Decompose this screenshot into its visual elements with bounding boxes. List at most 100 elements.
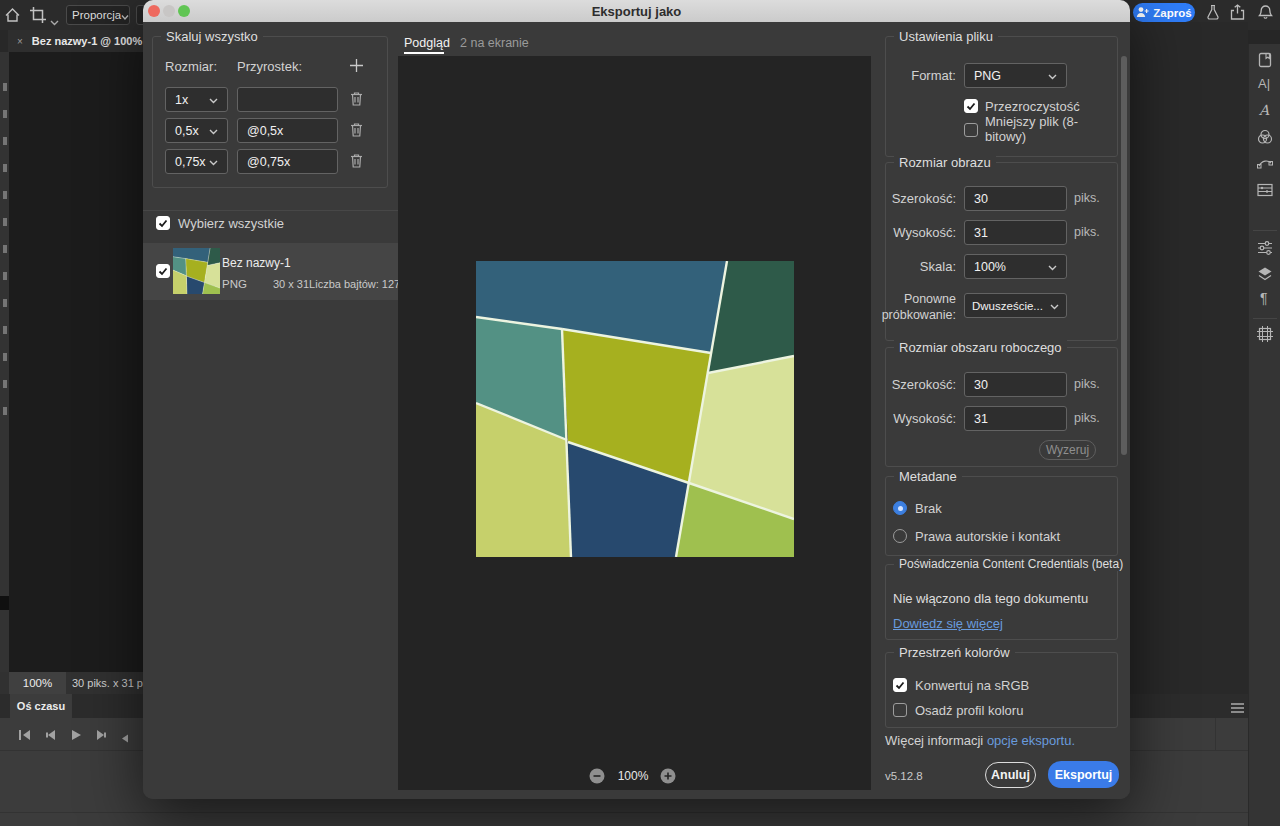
libraries-icon[interactable] xyxy=(1257,52,1273,72)
image-height-unit: piks. xyxy=(1074,225,1100,239)
delete-scale-icon-3[interactable] xyxy=(350,153,363,173)
invite-button[interactable]: Zaproś xyxy=(1133,3,1195,22)
preview-image[interactable] xyxy=(476,261,794,557)
share-icon[interactable] xyxy=(1230,4,1245,24)
scale-size-select-2[interactable]: 0,5x xyxy=(165,118,228,143)
artboard-panel-icon[interactable] xyxy=(1257,326,1273,346)
timeline-menu-icon[interactable] xyxy=(1230,700,1245,718)
transparency-checkbox[interactable] xyxy=(964,99,978,113)
status-zoom[interactable]: 100% xyxy=(9,672,66,694)
character-panel-icon[interactable]: A| xyxy=(1257,75,1273,95)
export-options-link[interactable]: opcje eksportu. xyxy=(987,733,1075,748)
svg-text:A: A xyxy=(1258,102,1270,118)
left-panel-divider xyxy=(143,210,398,211)
select-all-label: Wybierz wszystkie xyxy=(178,216,284,231)
file-settings-section: Ustawienia pliku Format: PNG Przezroczys… xyxy=(885,36,1118,157)
preset-dropdown[interactable]: Proporcja xyxy=(66,5,130,25)
beta-flask-icon[interactable] xyxy=(1206,4,1220,24)
glyphs-panel-icon[interactable]: A xyxy=(1257,102,1273,122)
metadata-section: Metadane Brak Prawa autorskie i kontakt xyxy=(885,476,1118,556)
paragraph-panel-icon[interactable]: ¶ xyxy=(1258,290,1274,310)
export-button[interactable]: Eksportuj xyxy=(1048,761,1119,788)
image-height-label: Wysokość: xyxy=(886,225,956,240)
crop-tool-chevron-icon[interactable] xyxy=(50,12,59,30)
resample-select[interactable]: Dwuszeście... xyxy=(964,293,1067,318)
convert-srgb-checkbox[interactable] xyxy=(893,678,907,692)
dialog-scrollbar[interactable] xyxy=(1121,56,1127,455)
dialog-titlebar[interactable]: Eksportuj jako xyxy=(143,0,1130,22)
canvas-height-label: Wysokość: xyxy=(886,411,956,426)
chevron-down-icon xyxy=(209,155,218,169)
canvas-size-legend: Rozmiar obszaru roboczego xyxy=(894,340,1067,355)
reset-button[interactable]: Wyzeruj xyxy=(1039,440,1096,460)
metadata-none-radio[interactable] xyxy=(893,501,907,515)
credentials-learn-more-link[interactable]: Dowiedz się więcej xyxy=(893,616,1003,631)
cancel-button[interactable]: Anuluj xyxy=(985,762,1036,788)
bell-icon[interactable] xyxy=(1258,4,1273,24)
asset-checkbox[interactable] xyxy=(156,264,170,278)
asset-row[interactable]: Bez nazwy-1 PNG 30 x 31Liczba bajtów: 12… xyxy=(143,243,398,300)
chevron-down-icon xyxy=(1050,300,1059,312)
canvas-width-input[interactable]: 30 xyxy=(964,372,1067,397)
layers-panel-icon[interactable] xyxy=(1257,266,1273,286)
timeline-prev-frame-icon[interactable] xyxy=(44,727,58,745)
document-tab[interactable]: × Bez nazwy-1 @ 100% (R xyxy=(8,30,143,52)
scale-suffix-input-2[interactable]: @0,5x xyxy=(237,118,338,143)
timeline-next-frame-icon[interactable] xyxy=(94,727,108,745)
image-height-input[interactable]: 31 xyxy=(964,220,1067,245)
zoom-out-icon[interactable] xyxy=(589,768,605,788)
scale-suffix-input-1[interactable] xyxy=(237,87,338,112)
scale-label: Skala: xyxy=(886,259,956,274)
status-bar: 100% 30 piks. x 31 piks xyxy=(0,672,143,694)
timeline-first-frame-icon[interactable] xyxy=(18,727,32,745)
metadata-copyright-radio[interactable] xyxy=(893,529,907,543)
suffix-column-label: Przyrostek: xyxy=(237,59,302,74)
delete-scale-icon-2[interactable] xyxy=(350,122,363,142)
format-label: Format: xyxy=(886,68,956,83)
chevron-down-icon xyxy=(1048,260,1057,274)
credentials-section: Poświadczenia Content Credentials (beta)… xyxy=(885,564,1118,640)
preset-dropdown-label: Proporcja xyxy=(72,9,121,21)
scale-size-select-1[interactable]: 1x xyxy=(165,87,228,112)
timeline-audio-icon[interactable] xyxy=(119,729,129,747)
layer-comps-icon[interactable] xyxy=(1257,182,1273,202)
timeline-tab[interactable]: Oś czasu xyxy=(10,694,72,718)
format-select[interactable]: PNG xyxy=(964,63,1067,88)
embed-profile-label: Osadź profil koloru xyxy=(915,703,1023,718)
paths-panel-icon[interactable] xyxy=(1257,155,1273,175)
canvas-height-input[interactable]: 31 xyxy=(964,406,1067,431)
image-width-input[interactable]: 30 xyxy=(964,186,1067,211)
color-wheel-icon[interactable] xyxy=(1257,129,1273,149)
scale-size-select-3[interactable]: 0,75x xyxy=(165,149,228,174)
chevron-down-icon xyxy=(121,6,129,24)
credentials-legend: Poświadczenia Content Credentials (beta) xyxy=(894,557,1119,571)
crop-tool-icon[interactable] xyxy=(30,7,46,27)
timeline-play-icon[interactable] xyxy=(70,727,82,745)
asset-format: PNG xyxy=(222,278,247,290)
select-all-checkbox[interactable] xyxy=(156,216,170,230)
asset-thumbnail xyxy=(173,248,220,294)
size-column-label: Rozmiar: xyxy=(165,59,217,74)
image-width-unit: piks. xyxy=(1074,191,1100,205)
scale-suffix-input-3[interactable]: @0,75x xyxy=(237,149,338,174)
home-icon[interactable] xyxy=(5,8,20,26)
right-panel-backdrop xyxy=(1130,22,1248,694)
scale-select[interactable]: 100% xyxy=(964,254,1067,279)
convert-srgb-label: Konwertuj na sRGB xyxy=(915,678,1029,693)
add-scale-icon[interactable] xyxy=(349,58,364,77)
color-space-legend: Przestrzeń kolorów xyxy=(894,645,1015,660)
tab-two-up[interactable]: 2 na ekranie xyxy=(460,36,529,50)
delete-scale-icon-1[interactable] xyxy=(350,91,363,111)
tools-panel-sliver xyxy=(0,52,9,694)
embed-profile-checkbox[interactable] xyxy=(893,703,907,717)
smaller-file-checkbox[interactable] xyxy=(964,123,978,137)
file-settings-legend: Ustawienia pliku xyxy=(894,29,998,44)
canvas-height-unit: piks. xyxy=(1074,411,1100,425)
close-tab-icon[interactable]: × xyxy=(17,36,23,47)
properties-panel-icon[interactable] xyxy=(1257,240,1273,260)
scale-all-legend: Skaluj wszystko xyxy=(161,29,263,44)
tab-preview[interactable]: Podgląd xyxy=(404,36,450,50)
svg-text:A|: A| xyxy=(1258,76,1270,91)
zoom-in-icon[interactable] xyxy=(660,768,676,788)
scale-all-section: Skaluj wszystko Rozmiar: Przyrostek: 1x … xyxy=(152,36,388,188)
